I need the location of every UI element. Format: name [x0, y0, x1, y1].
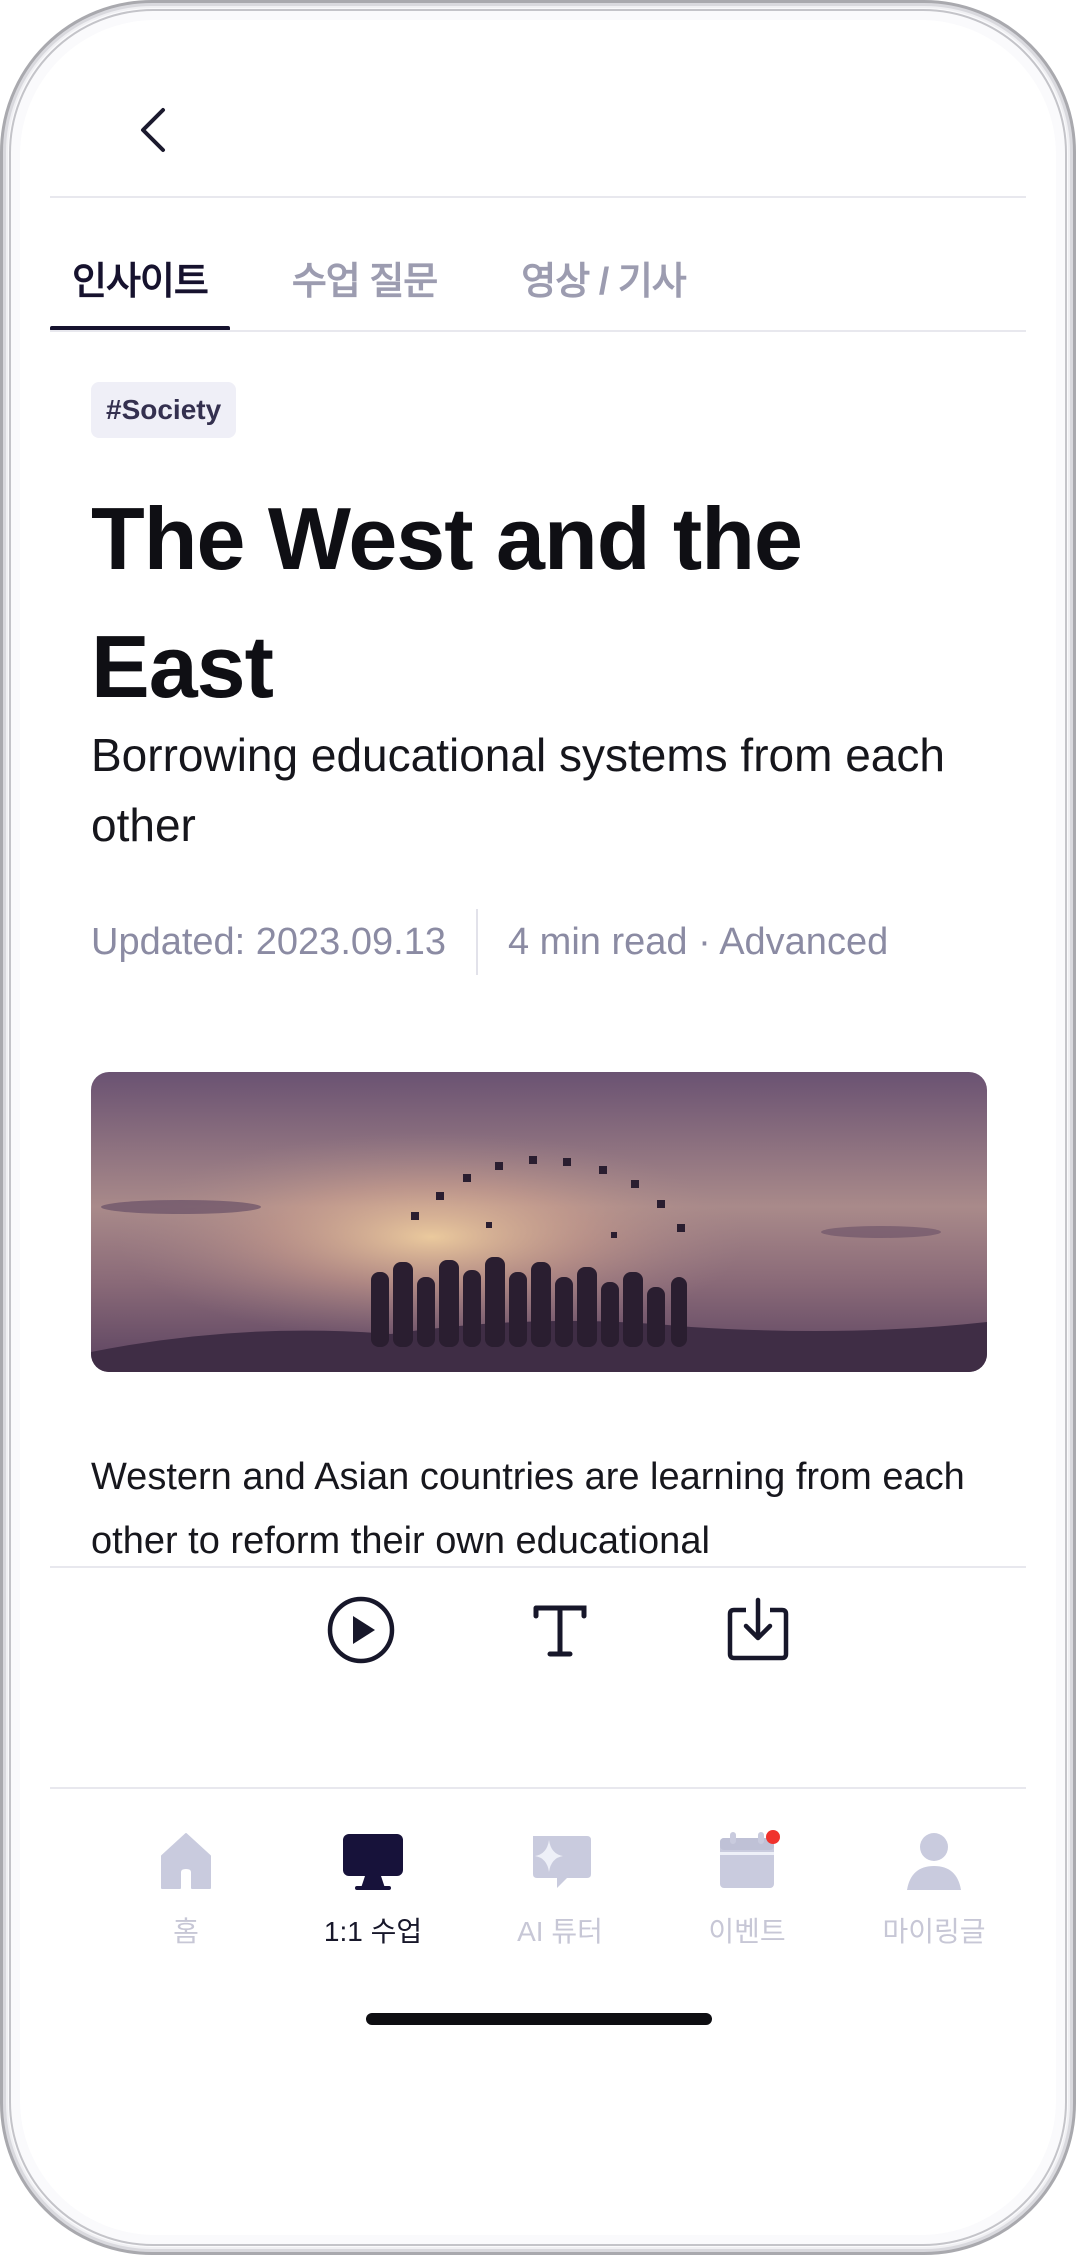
nav-label-my-ringle: 마이링글: [882, 1916, 986, 1947]
nav-events[interactable]: 이벤트: [652, 1800, 842, 1950]
profile-icon: [899, 1826, 969, 1896]
nav-divider-top: [50, 1787, 1026, 1789]
toolbar-divider-top: [50, 1566, 1026, 1568]
read-info: 4 min read · Advanced: [507, 920, 889, 963]
article-title: The West and the East: [91, 489, 803, 716]
back-button[interactable]: [118, 95, 188, 165]
home-icon: [151, 1826, 221, 1896]
meta-divider: [475, 909, 478, 975]
nav-lessons[interactable]: 1:1 수업: [278, 1800, 468, 1950]
tabs-divider: [50, 330, 1026, 332]
text-size-icon: [533, 1605, 587, 1657]
reading-toolbar: [50, 1568, 1026, 1798]
nav-ai-tutor[interactable]: AI 튜터: [465, 1800, 655, 1950]
header-divider: [50, 196, 1026, 198]
tab-video-articles[interactable]: 영상 / 기사: [499, 225, 708, 330]
nav-label-lessons: 1:1 수업: [323, 1916, 423, 1947]
nav-label-ai-tutor: AI 튜터: [517, 1916, 603, 1947]
category-tag[interactable]: #Society: [91, 382, 237, 438]
nav-home[interactable]: 홈: [91, 1800, 281, 1950]
play-audio-button[interactable]: [321, 1590, 401, 1670]
tab-insight[interactable]: 인사이트: [50, 225, 230, 331]
text-size-button[interactable]: [520, 1590, 600, 1670]
article-subtitle: Borrowing educational systems from each …: [91, 729, 945, 851]
ai-chat-icon: [525, 1826, 595, 1896]
bottom-nav: 홈 1:1 수업 AI 튜터 이벤트 마이링글: [50, 1800, 1026, 2000]
play-circle-icon: [327, 1596, 395, 1664]
event-badge: [766, 1830, 780, 1844]
nav-label-home: 홈: [173, 1916, 199, 1947]
tab-bar: 인사이트 수업 질문 영상 / 기사: [50, 225, 708, 331]
download-icon: [727, 1597, 789, 1661]
chevron-left-icon: [141, 108, 165, 152]
updated-date: Updated: 2023.09.13: [91, 920, 446, 963]
hero-image: [91, 1072, 987, 1372]
nav-my-ringle[interactable]: 마이링글: [839, 1800, 1029, 1950]
article-body: Western and Asian countries are learning…: [91, 1456, 965, 1562]
home-indicator[interactable]: [366, 2013, 712, 2025]
tab-class-questions[interactable]: 수업 질문: [270, 225, 459, 330]
download-button[interactable]: [718, 1590, 798, 1670]
screen: 인사이트 수업 질문 영상 / 기사 #Society The West and…: [20, 20, 1056, 2235]
monitor-icon: [338, 1826, 408, 1896]
article-meta: Updated: 2023.09.13 4 min read · Advance…: [91, 908, 888, 976]
nav-label-events: 이벤트: [708, 1916, 786, 1947]
calendar-icon: [712, 1826, 782, 1896]
